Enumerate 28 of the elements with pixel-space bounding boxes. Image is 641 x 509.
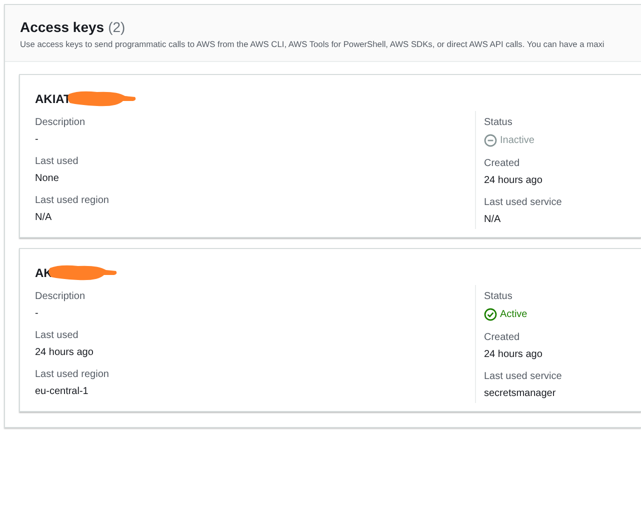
field-label: Last used: [35, 330, 80, 341]
field-value: None: [35, 173, 60, 184]
panel-title: Access keys: [20, 19, 104, 35]
access-key-id: AKIAT: [35, 92, 71, 106]
field-label: Last used service: [484, 371, 563, 382]
status-text: Inactive: [500, 135, 534, 146]
field-label: Status: [484, 117, 514, 128]
field-value: secretsmanager: [484, 388, 557, 399]
field-value: -: [35, 308, 40, 319]
status-text: Active: [500, 309, 528, 320]
field-label: Created: [484, 158, 521, 169]
field-value: 24 hours ago: [484, 175, 544, 186]
field-label: Created: [484, 332, 521, 343]
field-label: Last used service: [484, 197, 563, 208]
field-value: N/A: [35, 212, 53, 223]
field-label: Last used: [35, 156, 80, 167]
field-label: Status: [484, 291, 514, 302]
key-count: (2): [108, 19, 126, 35]
field-value: N/A: [484, 214, 502, 225]
panel-description: Use access keys to send programmatic calls to AWS from the AWS CLI, AWS Tools for PowerShell, AWS SDKs, or direct AWS API calls. You can have a maxi: [20, 39, 606, 49]
field-value: -: [35, 134, 40, 145]
field-value: eu-central-1: [35, 386, 90, 397]
field-label: Description: [35, 117, 86, 128]
field-label: Last used region: [35, 195, 110, 206]
field-label: Last used region: [35, 369, 110, 380]
field-label: Description: [35, 291, 86, 302]
field-value: 24 hours ago: [35, 347, 94, 358]
field-value: 24 hours ago: [484, 349, 544, 360]
